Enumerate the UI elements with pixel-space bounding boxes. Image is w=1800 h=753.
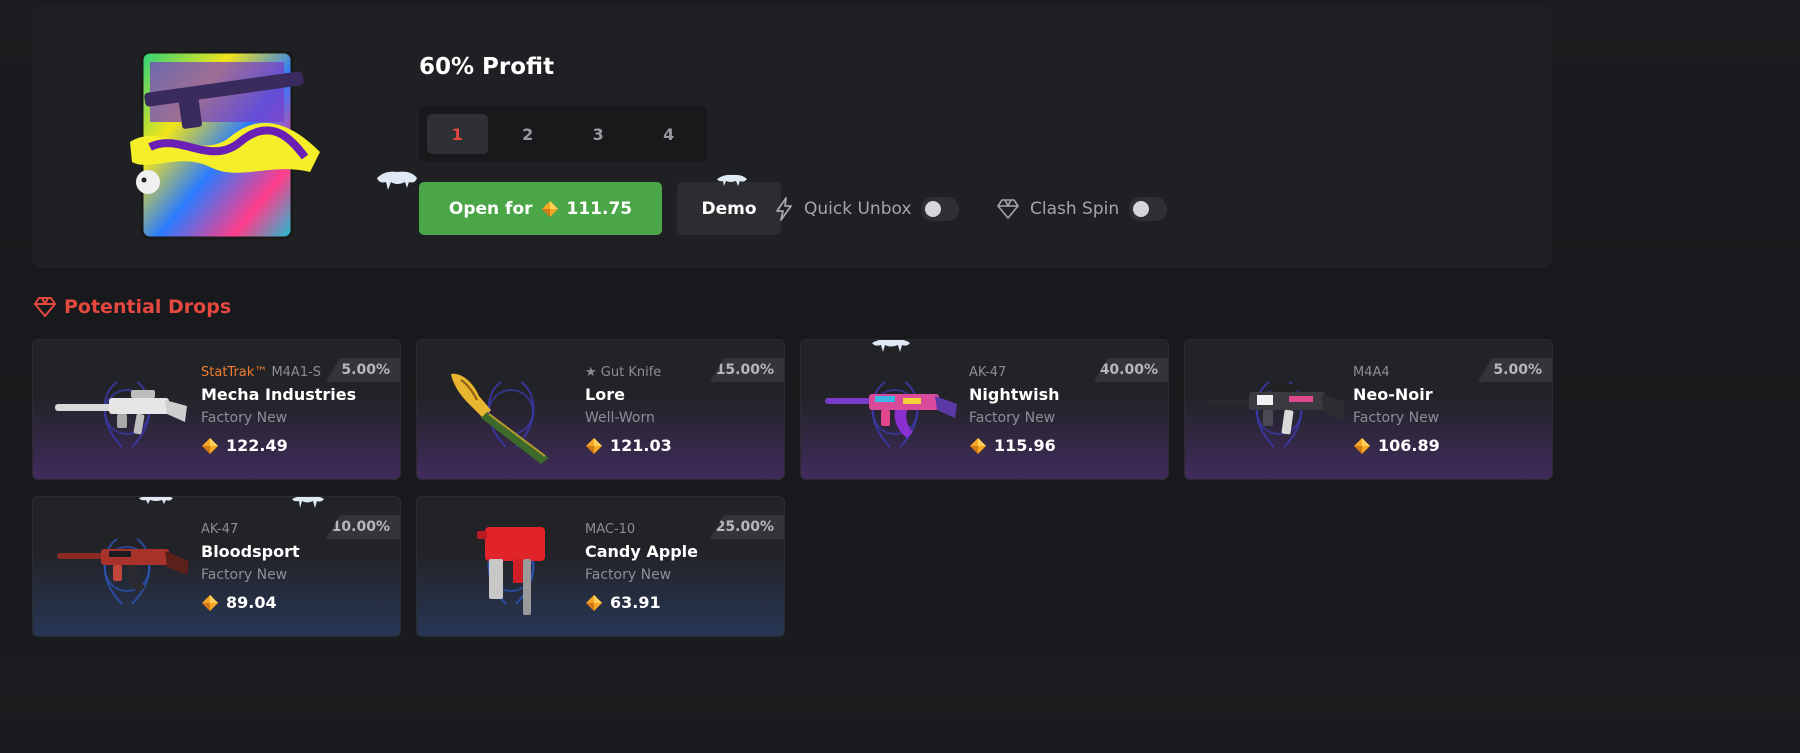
weapon-type: AK-47 [969,365,1007,380]
case-panel: 60% Profit 1 2 3 4 Open for 111.75 Demo … [32,6,1552,268]
case-title: 60% Profit [419,54,555,80]
weapon-type: M4A4 [1353,365,1390,380]
m4a1s-mecha-industries-image [55,381,187,448]
open-case-button[interactable]: Open for 111.75 [419,182,662,235]
drop-card-bloodsport[interactable]: AK-47 Bloodsport Factory New 89.04 10.00… [32,496,401,637]
drop-chance-badge: 15.00% [710,358,784,382]
case-image [130,50,320,240]
quick-unbox-label: Quick Unbox [804,199,912,219]
drop-chance-badge: 10.00% [326,515,400,539]
snow-decoration-icon [872,340,910,352]
count-option-4[interactable]: 4 [639,114,700,154]
clash-spin-label: Clash Spin [1030,199,1120,219]
drop-info: AK-47 Bloodsport Factory New 89.04 [201,521,300,612]
coin-icon [202,594,218,611]
skin-price: 63.91 [585,593,698,612]
skin-name: Mecha Industries [201,385,357,404]
lightning-icon [776,197,792,221]
snow-decoration-icon [377,171,417,190]
quick-unbox-toggle[interactable] [921,197,960,221]
potential-drops-heading: Potential Drops [34,296,231,318]
snow-decoration-icon [139,497,173,504]
clash-spin-toggle-row: Clash Spin [996,194,1168,224]
coin-icon [202,437,218,454]
drop-card-mecha-industries[interactable]: StatTrak™ M4A1-S Mecha Industries Factor… [32,339,401,480]
snow-decoration-icon [292,497,324,508]
clash-spin-toggle[interactable] [1129,197,1168,221]
skin-condition: Factory New [585,567,672,583]
price-value: 63.91 [610,593,661,612]
drop-card-lore[interactable]: ★ Gut Knife Lore Well-Worn 121.03 15.00% [416,339,785,480]
ak47-nightwish-image [825,381,957,448]
drop-info: ★ Gut Knife Lore Well-Worn 121.03 [585,364,672,455]
price-value: 121.03 [610,436,672,455]
toggle-knob [925,201,942,217]
gut-knife-lore-image [451,373,549,464]
drop-info: M4A4 Neo-Noir Factory New 106.89 [1353,364,1440,455]
snow-decoration-icon [717,174,747,186]
demo-button[interactable]: Demo [677,182,781,235]
weapon-type: AK-47 [201,522,239,537]
diamond-icon [997,199,1019,219]
skin-price: 121.03 [585,436,672,455]
skin-condition: Factory New [201,410,288,426]
mac10-candy-apple-image [477,527,545,615]
skin-condition: Well-Worn [585,410,655,426]
diamond-icon [34,297,56,317]
m4a4-neo-noir-image [1207,381,1345,448]
skin-name: Nightwish [969,385,1060,404]
skin-price: 106.89 [1353,436,1440,455]
drop-chance-badge: 5.00% [326,358,400,382]
price-value: 122.49 [226,436,288,455]
skin-price: 89.04 [201,593,300,612]
stattrak-label: StatTrak™ [201,365,268,380]
weapon-type: ★ Gut Knife [585,365,662,380]
drop-info: AK-47 Nightwish Factory New 115.96 [969,364,1060,455]
skin-name: Candy Apple [585,542,699,561]
count-option-3[interactable]: 3 [568,114,629,154]
open-button-label: Open for [448,198,533,219]
skin-price: 122.49 [201,436,356,455]
skin-name: Lore [585,385,625,404]
count-option-1[interactable]: 1 [427,114,488,154]
drop-card-nightwish[interactable]: AK-47 Nightwish Factory New 115.96 40.00… [800,339,1169,480]
open-button-price: 111.75 [566,198,633,219]
open-count-selector: 1 2 3 4 [419,106,707,162]
coin-icon [586,437,602,454]
drop-card-candy-apple[interactable]: MAC-10 Candy Apple Factory New 63.91 25.… [416,496,785,637]
drop-info: MAC-10 Candy Apple Factory New 63.91 [585,521,698,612]
skin-name: Neo-Noir [1353,385,1433,404]
drop-chance-badge: 40.00% [1094,358,1168,382]
coin-icon [586,594,602,611]
skin-condition: Factory New [201,567,288,583]
skin-name: Bloodsport [201,542,300,561]
potential-drops-title: Potential Drops [64,296,232,318]
drop-chance-badge: 25.00% [710,515,784,539]
drop-chance-badge: 5.00% [1478,358,1552,382]
weapon-type: MAC-10 [585,522,636,537]
weapon-type: M4A1-S [271,365,322,380]
toggle-knob [1133,201,1150,217]
drop-card-neo-noir[interactable]: M4A4 Neo-Noir Factory New 106.89 5.00% [1184,339,1553,480]
count-option-2[interactable]: 2 [498,114,559,154]
skin-condition: Factory New [969,410,1056,426]
skin-price: 115.96 [969,436,1060,455]
price-value: 106.89 [1378,436,1440,455]
coin-icon [970,437,986,454]
skin-condition: Factory New [1353,410,1440,426]
price-value: 115.96 [994,436,1056,455]
coin-icon [1354,437,1370,454]
price-value: 89.04 [226,593,277,612]
coin-icon [541,200,558,217]
ak47-bloodsport-image [57,538,189,605]
quick-unbox-toggle-row: Quick Unbox [774,194,960,224]
